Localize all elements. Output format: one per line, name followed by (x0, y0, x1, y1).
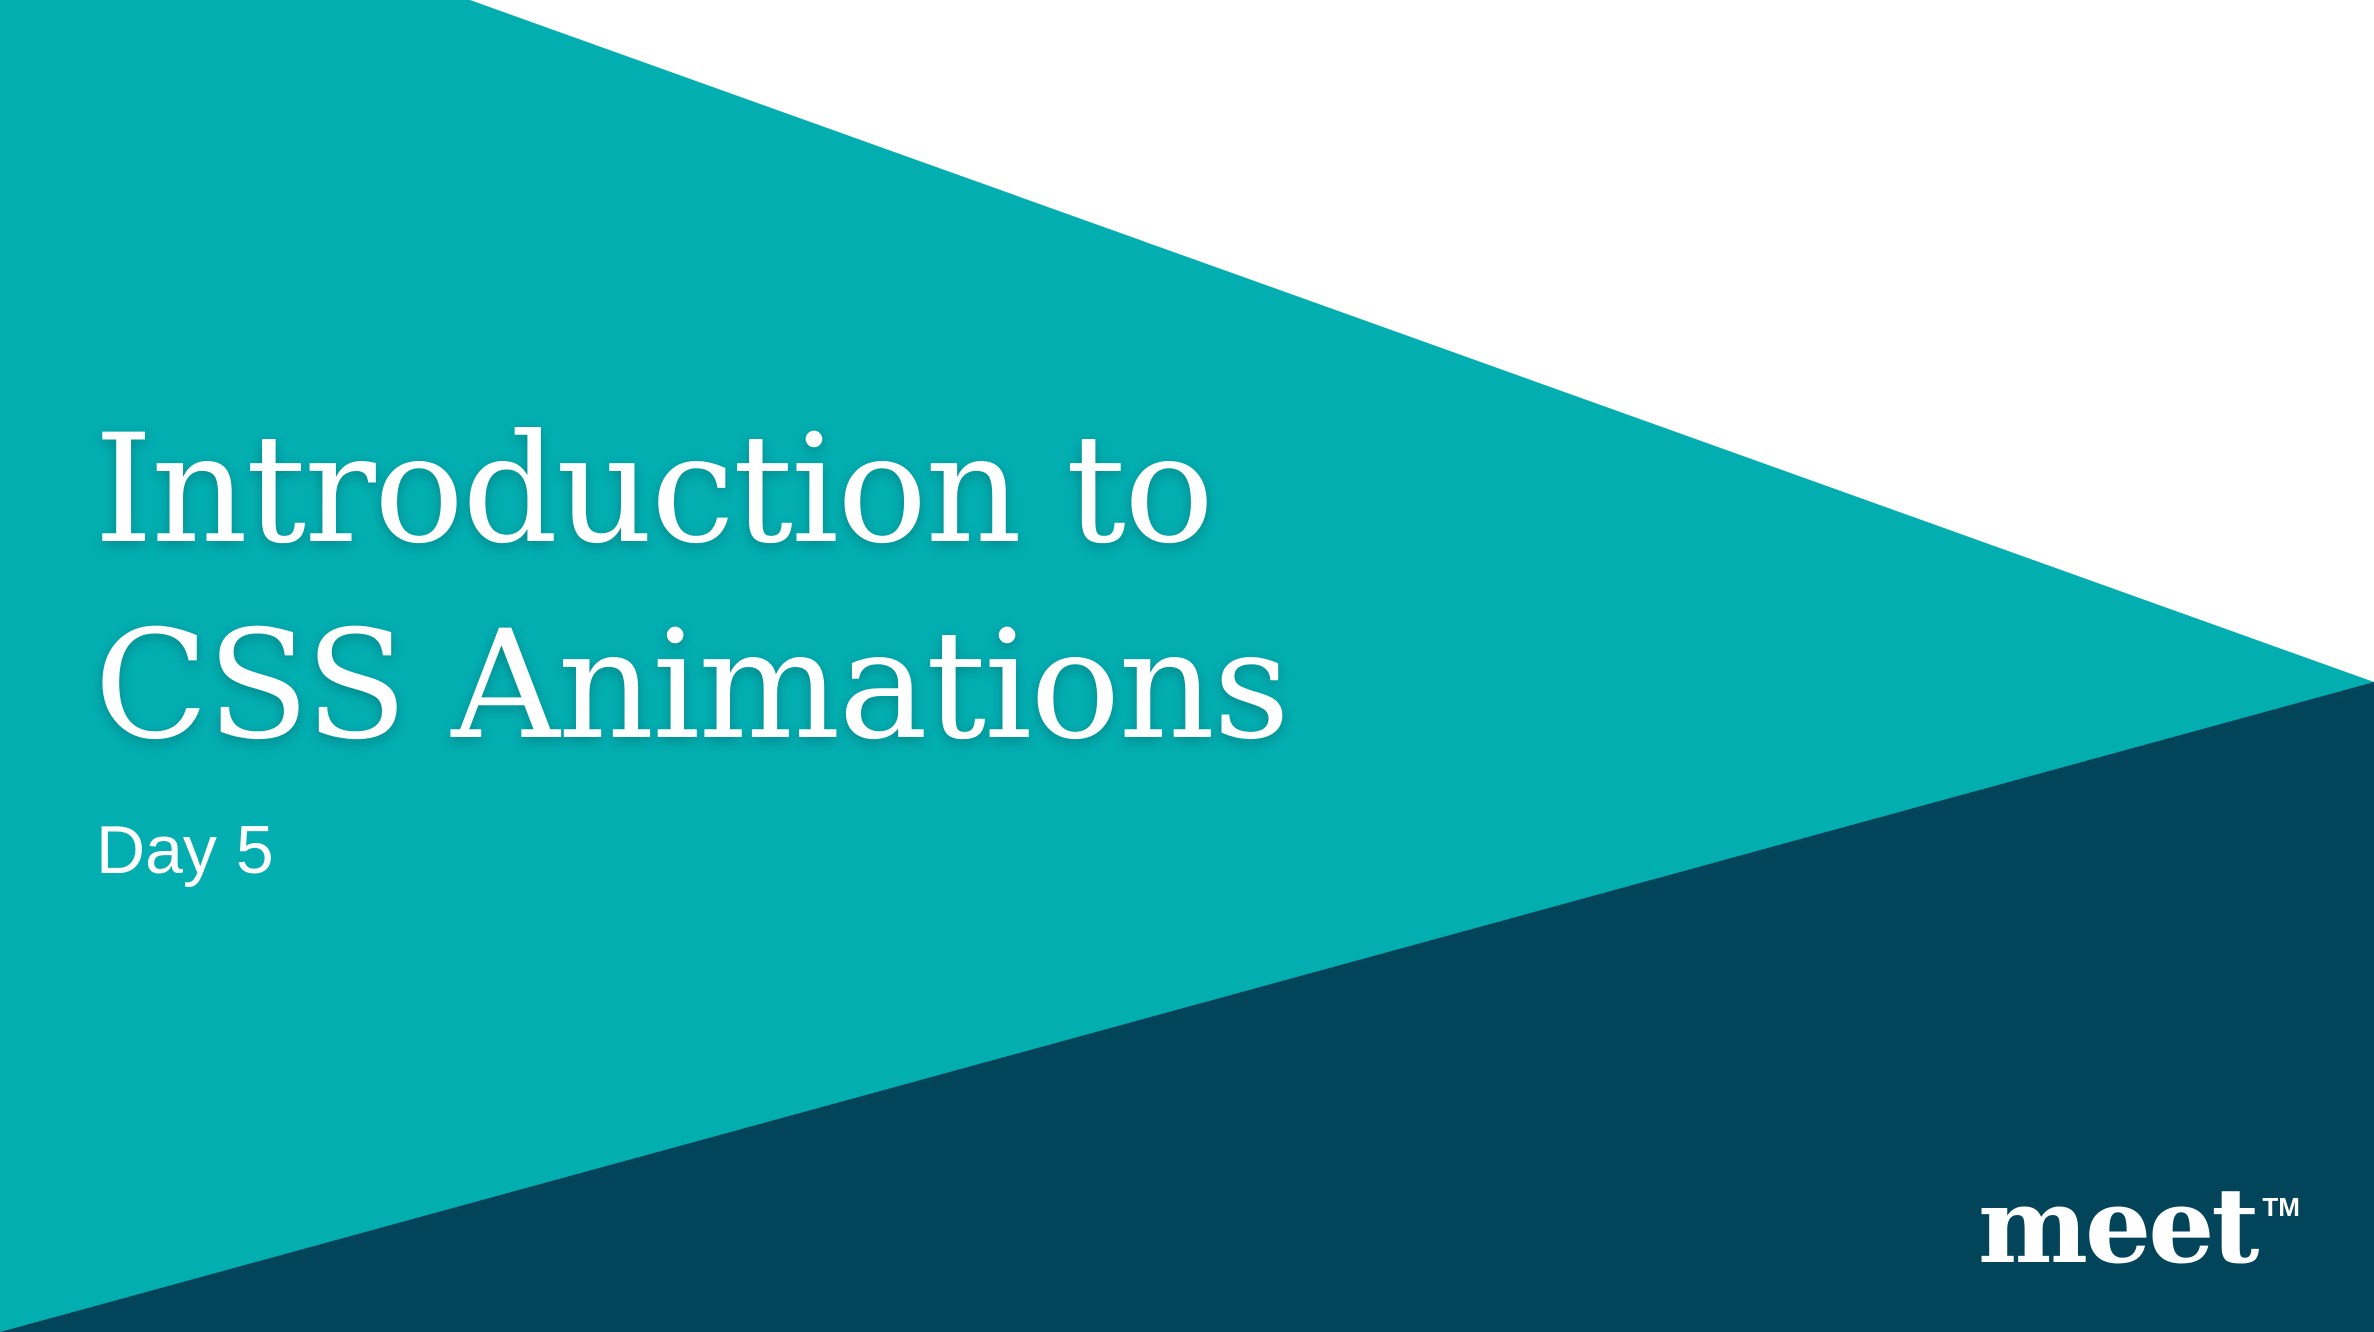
logo-trademark: TM (2262, 1192, 2300, 1222)
logo-wordmark: meet (1978, 1164, 2259, 1287)
title-slide: Introduction to CSS Animations Day 5 mee… (0, 0, 2374, 1332)
slide-title-line-2: CSS Animations (94, 599, 1290, 773)
slide-title-line-1: Introduction to (94, 403, 1214, 577)
slide-subtitle: Day 5 (96, 812, 274, 888)
slide-title: Introduction to CSS Animations (94, 392, 1290, 784)
meet-logo: meet TM (1978, 1164, 2300, 1287)
